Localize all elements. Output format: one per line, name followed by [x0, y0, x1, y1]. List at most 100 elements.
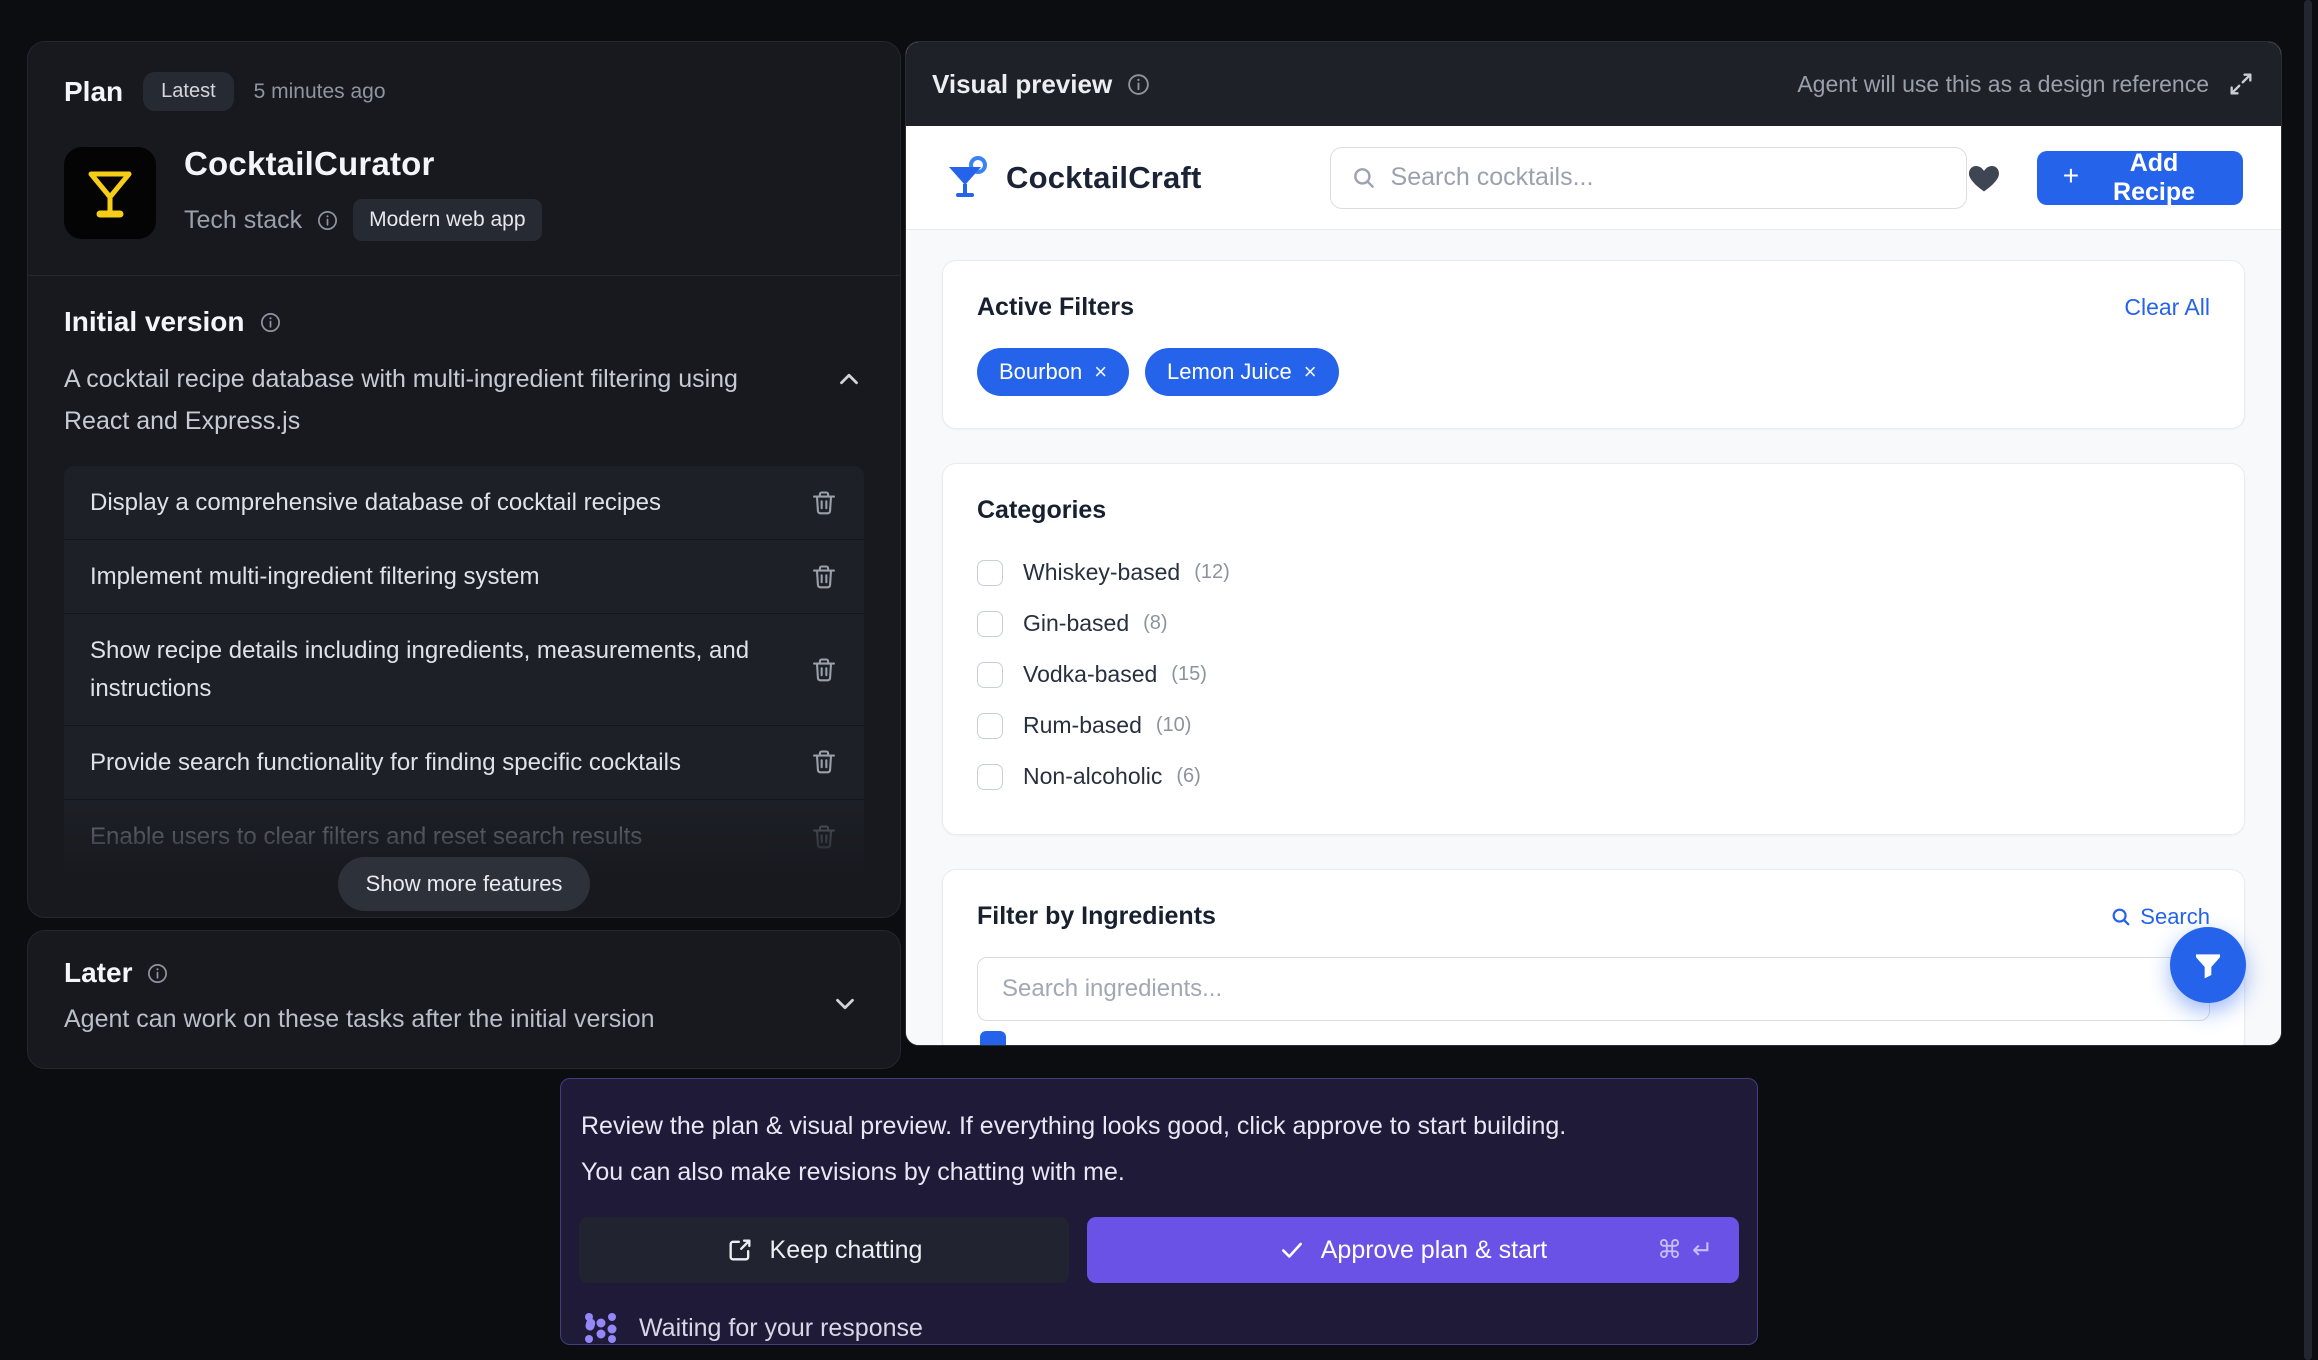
category-row[interactable]: Gin-based (8)	[977, 598, 2210, 649]
keep-chatting-button[interactable]: Keep chatting	[579, 1217, 1069, 1283]
app-name: CocktailCurator	[184, 145, 542, 183]
feature-row[interactable]: Provide search functionality for finding…	[64, 726, 864, 800]
plan-timestamp: 5 minutes ago	[254, 80, 386, 104]
plus-icon: +	[2063, 160, 2079, 192]
info-icon[interactable]	[1126, 72, 1151, 97]
trash-icon[interactable]	[810, 563, 838, 591]
feature-row[interactable]: Display a comprehensive database of cock…	[64, 466, 864, 540]
checked-checkbox[interactable]	[980, 1031, 1006, 1046]
preview-header: Visual preview Agent will use this as a …	[906, 42, 2281, 126]
filter-chip[interactable]: Bourbon ×	[977, 348, 1129, 396]
search-icon	[1351, 165, 1377, 191]
cocktailcraft-navbar: CocktailCraft + Add Recipe	[906, 126, 2281, 230]
approve-plan-button[interactable]: Approve plan & start ⌘ ↵	[1087, 1217, 1739, 1283]
expand-icon[interactable]	[2227, 70, 2255, 98]
cocktail-glass-icon	[944, 155, 990, 201]
category-checkbox[interactable]	[977, 662, 1003, 688]
latest-badge[interactable]: Latest	[143, 72, 233, 111]
chevron-down-icon[interactable]	[830, 989, 860, 1019]
trash-icon[interactable]	[810, 656, 838, 684]
later-title: Later	[64, 957, 132, 989]
filter-fab-button[interactable]	[2170, 927, 2246, 1003]
later-description: Agent can work on these tasks after the …	[64, 1005, 864, 1034]
cocktail-search-input[interactable]	[1391, 163, 1946, 192]
trash-icon[interactable]	[810, 748, 838, 776]
category-label: Vodka-based	[1023, 661, 1157, 688]
info-icon[interactable]	[146, 962, 169, 985]
categories-card: Categories Whiskey-based (12) Gin-based …	[942, 463, 2245, 835]
cocktailcraft-brand: CocktailCraft	[944, 155, 1202, 201]
categories-title: Categories	[977, 496, 1106, 524]
design-reference-hint: Agent will use this as a design referenc…	[1797, 71, 2209, 98]
keyboard-shortcut: ⌘ ↵	[1657, 1235, 1713, 1265]
app-logo	[64, 147, 156, 239]
initial-version-title: Initial version	[64, 306, 245, 338]
dialog-message: Review the plan & visual preview. If eve…	[579, 1103, 1739, 1195]
filter-chip-label: Lemon Juice	[1167, 359, 1292, 385]
trash-icon[interactable]	[810, 823, 838, 851]
visual-preview-panel: Visual preview Agent will use this as a …	[905, 41, 2282, 1046]
plan-header: Plan Latest 5 minutes ago	[64, 72, 864, 111]
feature-list: Display a comprehensive database of cock…	[64, 466, 864, 873]
category-count: (6)	[1176, 765, 1200, 788]
category-count: (15)	[1171, 663, 1207, 686]
cmd-key-icon: ⌘	[1657, 1235, 1682, 1265]
edit-icon	[726, 1236, 754, 1264]
info-icon[interactable]	[316, 209, 339, 232]
category-label: Gin-based	[1023, 610, 1129, 637]
scrollbar[interactable]	[2304, 0, 2312, 1360]
filter-chip-label: Bourbon	[999, 359, 1082, 385]
filter-chip[interactable]: Lemon Juice ×	[1145, 348, 1339, 396]
clear-all-link[interactable]: Clear All	[2124, 294, 2210, 321]
status-row: Waiting for your response	[579, 1309, 1739, 1347]
show-more-features-button[interactable]: Show more features	[338, 857, 591, 911]
status-text: Waiting for your response	[639, 1314, 923, 1343]
category-label: Non-alcoholic	[1023, 763, 1162, 790]
category-row[interactable]: Whiskey-based (12)	[977, 547, 2210, 598]
check-icon	[1279, 1237, 1305, 1263]
category-row[interactable]: Rum-based (10)	[977, 700, 2210, 751]
ingredient-search-input[interactable]	[1002, 975, 2185, 1003]
enter-key-icon: ↵	[1692, 1235, 1713, 1265]
preview-title: Visual preview	[932, 69, 1112, 100]
later-panel: Later Agent can work on these tasks afte…	[27, 930, 901, 1069]
favorites-heart-icon[interactable]	[1967, 162, 2001, 194]
divider	[28, 275, 900, 276]
info-icon[interactable]	[259, 311, 282, 334]
category-checkbox[interactable]	[977, 713, 1003, 739]
feature-text: Display a comprehensive database of cock…	[90, 484, 661, 521]
category-row[interactable]: Non-alcoholic (6)	[977, 751, 2210, 802]
category-row[interactable]: Vodka-based (15)	[977, 649, 2210, 700]
add-recipe-button[interactable]: + Add Recipe	[2037, 151, 2243, 205]
ingredients-card: Filter by Ingredients Search	[942, 869, 2245, 1046]
ingredient-search-box[interactable]	[977, 957, 2210, 1021]
cocktail-search-box[interactable]	[1330, 147, 1967, 209]
feature-text: Enable users to clear filters and reset …	[90, 818, 642, 855]
feature-text: Implement multi-ingredient filtering sys…	[90, 558, 540, 595]
category-checkbox[interactable]	[977, 611, 1003, 637]
approval-dialog: Review the plan & visual preview. If eve…	[560, 1078, 1758, 1345]
feature-row[interactable]: Show recipe details including ingredient…	[64, 614, 864, 725]
feature-text: Show recipe details including ingredient…	[90, 632, 770, 706]
chevron-up-icon[interactable]	[834, 364, 864, 442]
ingredients-search-link[interactable]: Search	[2110, 904, 2210, 930]
feature-text: Provide search functionality for finding…	[90, 744, 681, 781]
category-checkbox[interactable]	[977, 560, 1003, 586]
agent-logo-icon	[581, 1309, 619, 1347]
category-label: Rum-based	[1023, 712, 1142, 739]
filter-chips: Bourbon × Lemon Juice ×	[977, 348, 2210, 396]
plan-title: Plan	[64, 76, 123, 108]
tech-stack-label: Tech stack	[184, 206, 302, 235]
remove-chip-icon[interactable]: ×	[1094, 359, 1107, 385]
tech-stack-badge[interactable]: Modern web app	[353, 199, 541, 241]
trash-icon[interactable]	[810, 489, 838, 517]
feature-row[interactable]: Implement multi-ingredient filtering sys…	[64, 540, 864, 614]
app-summary: CocktailCurator Tech stack Modern web ap…	[64, 145, 864, 241]
remove-chip-icon[interactable]: ×	[1304, 359, 1317, 385]
initial-version-description: A cocktail recipe database with multi-in…	[64, 358, 774, 442]
category-count: (12)	[1194, 561, 1230, 584]
preview-body: Active Filters Clear All Bourbon × Lemon…	[906, 230, 2281, 1046]
category-label: Whiskey-based	[1023, 559, 1180, 586]
category-checkbox[interactable]	[977, 764, 1003, 790]
category-count: (8)	[1143, 612, 1167, 635]
